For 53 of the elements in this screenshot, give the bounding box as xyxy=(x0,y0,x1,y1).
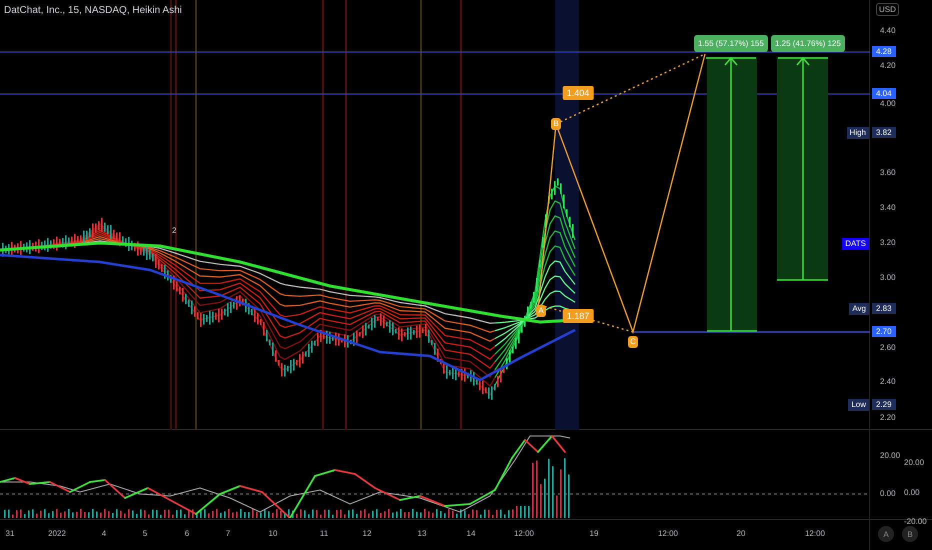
price-tick-label: 3.40 xyxy=(880,203,896,212)
scale-button[interactable]: A xyxy=(878,526,894,542)
price-tick-label: 4.20 xyxy=(880,61,896,70)
oscillator-tick-label: 0.00 xyxy=(904,488,920,497)
point-label: A xyxy=(536,305,546,317)
price-tick-label: 3.60 xyxy=(880,168,896,177)
price-badge: 4.28 xyxy=(872,46,896,57)
price-badge: 4.04 xyxy=(872,88,896,99)
time-tick-label: 5 xyxy=(142,529,148,538)
price-tick-label: 4.40 xyxy=(880,26,896,35)
time-tick-label: 6 xyxy=(184,529,190,538)
chart-title: DatChat, Inc., 15, NASDAQ, Heikin Ashi xyxy=(4,5,182,16)
time-tick-label: 12:00 xyxy=(514,529,534,538)
ratio-label: 1.187 xyxy=(562,309,594,323)
point-label: B xyxy=(551,118,561,130)
price-badge: 2.83 xyxy=(872,303,896,314)
symbol-label: DATS xyxy=(842,238,869,250)
time-tick-label: 14 xyxy=(466,529,476,538)
time-tick-label: 13 xyxy=(418,529,426,538)
oscillator-tick-label: 20.00 xyxy=(904,458,924,467)
price-tick-label: 2.20 xyxy=(880,413,896,422)
point-label: C xyxy=(628,336,638,348)
time-tick-label: 4 xyxy=(102,529,106,538)
oscillator-tick-label: 0.00 xyxy=(880,489,896,498)
price-tick-label: 2.60 xyxy=(880,343,896,352)
price-tick-label: 2.40 xyxy=(880,377,896,386)
oscillator-tick-label: 20.00 xyxy=(880,451,900,460)
currency-button[interactable]: USD xyxy=(876,3,899,16)
oscillator-tick-label: -20.00 xyxy=(904,517,927,526)
time-tick-label: 31 xyxy=(6,529,14,538)
time-tick-label: 2022 xyxy=(48,529,66,538)
price-badge: 2.70 xyxy=(872,326,896,337)
time-tick-label: 19 xyxy=(590,529,598,538)
price-badge: 2.29 xyxy=(872,399,896,410)
time-tick-label: 7 xyxy=(226,529,230,538)
target-label: 1.55 (57.17%) 155 xyxy=(694,35,768,52)
time-tick-label: 12:00 xyxy=(804,529,826,538)
price-badge: 3.82 xyxy=(872,127,896,138)
time-tick-label: 20 xyxy=(736,529,746,538)
target-label: 1.25 (41.76%) 125 xyxy=(771,35,845,52)
ratio-label: 1.404 xyxy=(562,86,594,100)
stat-label: Avg xyxy=(849,303,869,315)
price-tick-label: 3.20 xyxy=(880,238,896,247)
time-tick-label: 12:00 xyxy=(658,529,678,538)
bar-marker: 2 xyxy=(172,226,176,235)
time-tick-label: 11 xyxy=(320,529,328,538)
scale-button[interactable]: B xyxy=(902,526,918,542)
time-tick-label: 12 xyxy=(362,529,372,538)
time-tick-label: 10 xyxy=(268,529,278,538)
stat-label: High xyxy=(846,127,869,139)
stat-label: Low xyxy=(848,399,869,411)
price-tick-label: 3.00 xyxy=(880,273,896,282)
price-tick-label: 4.00 xyxy=(880,99,896,108)
